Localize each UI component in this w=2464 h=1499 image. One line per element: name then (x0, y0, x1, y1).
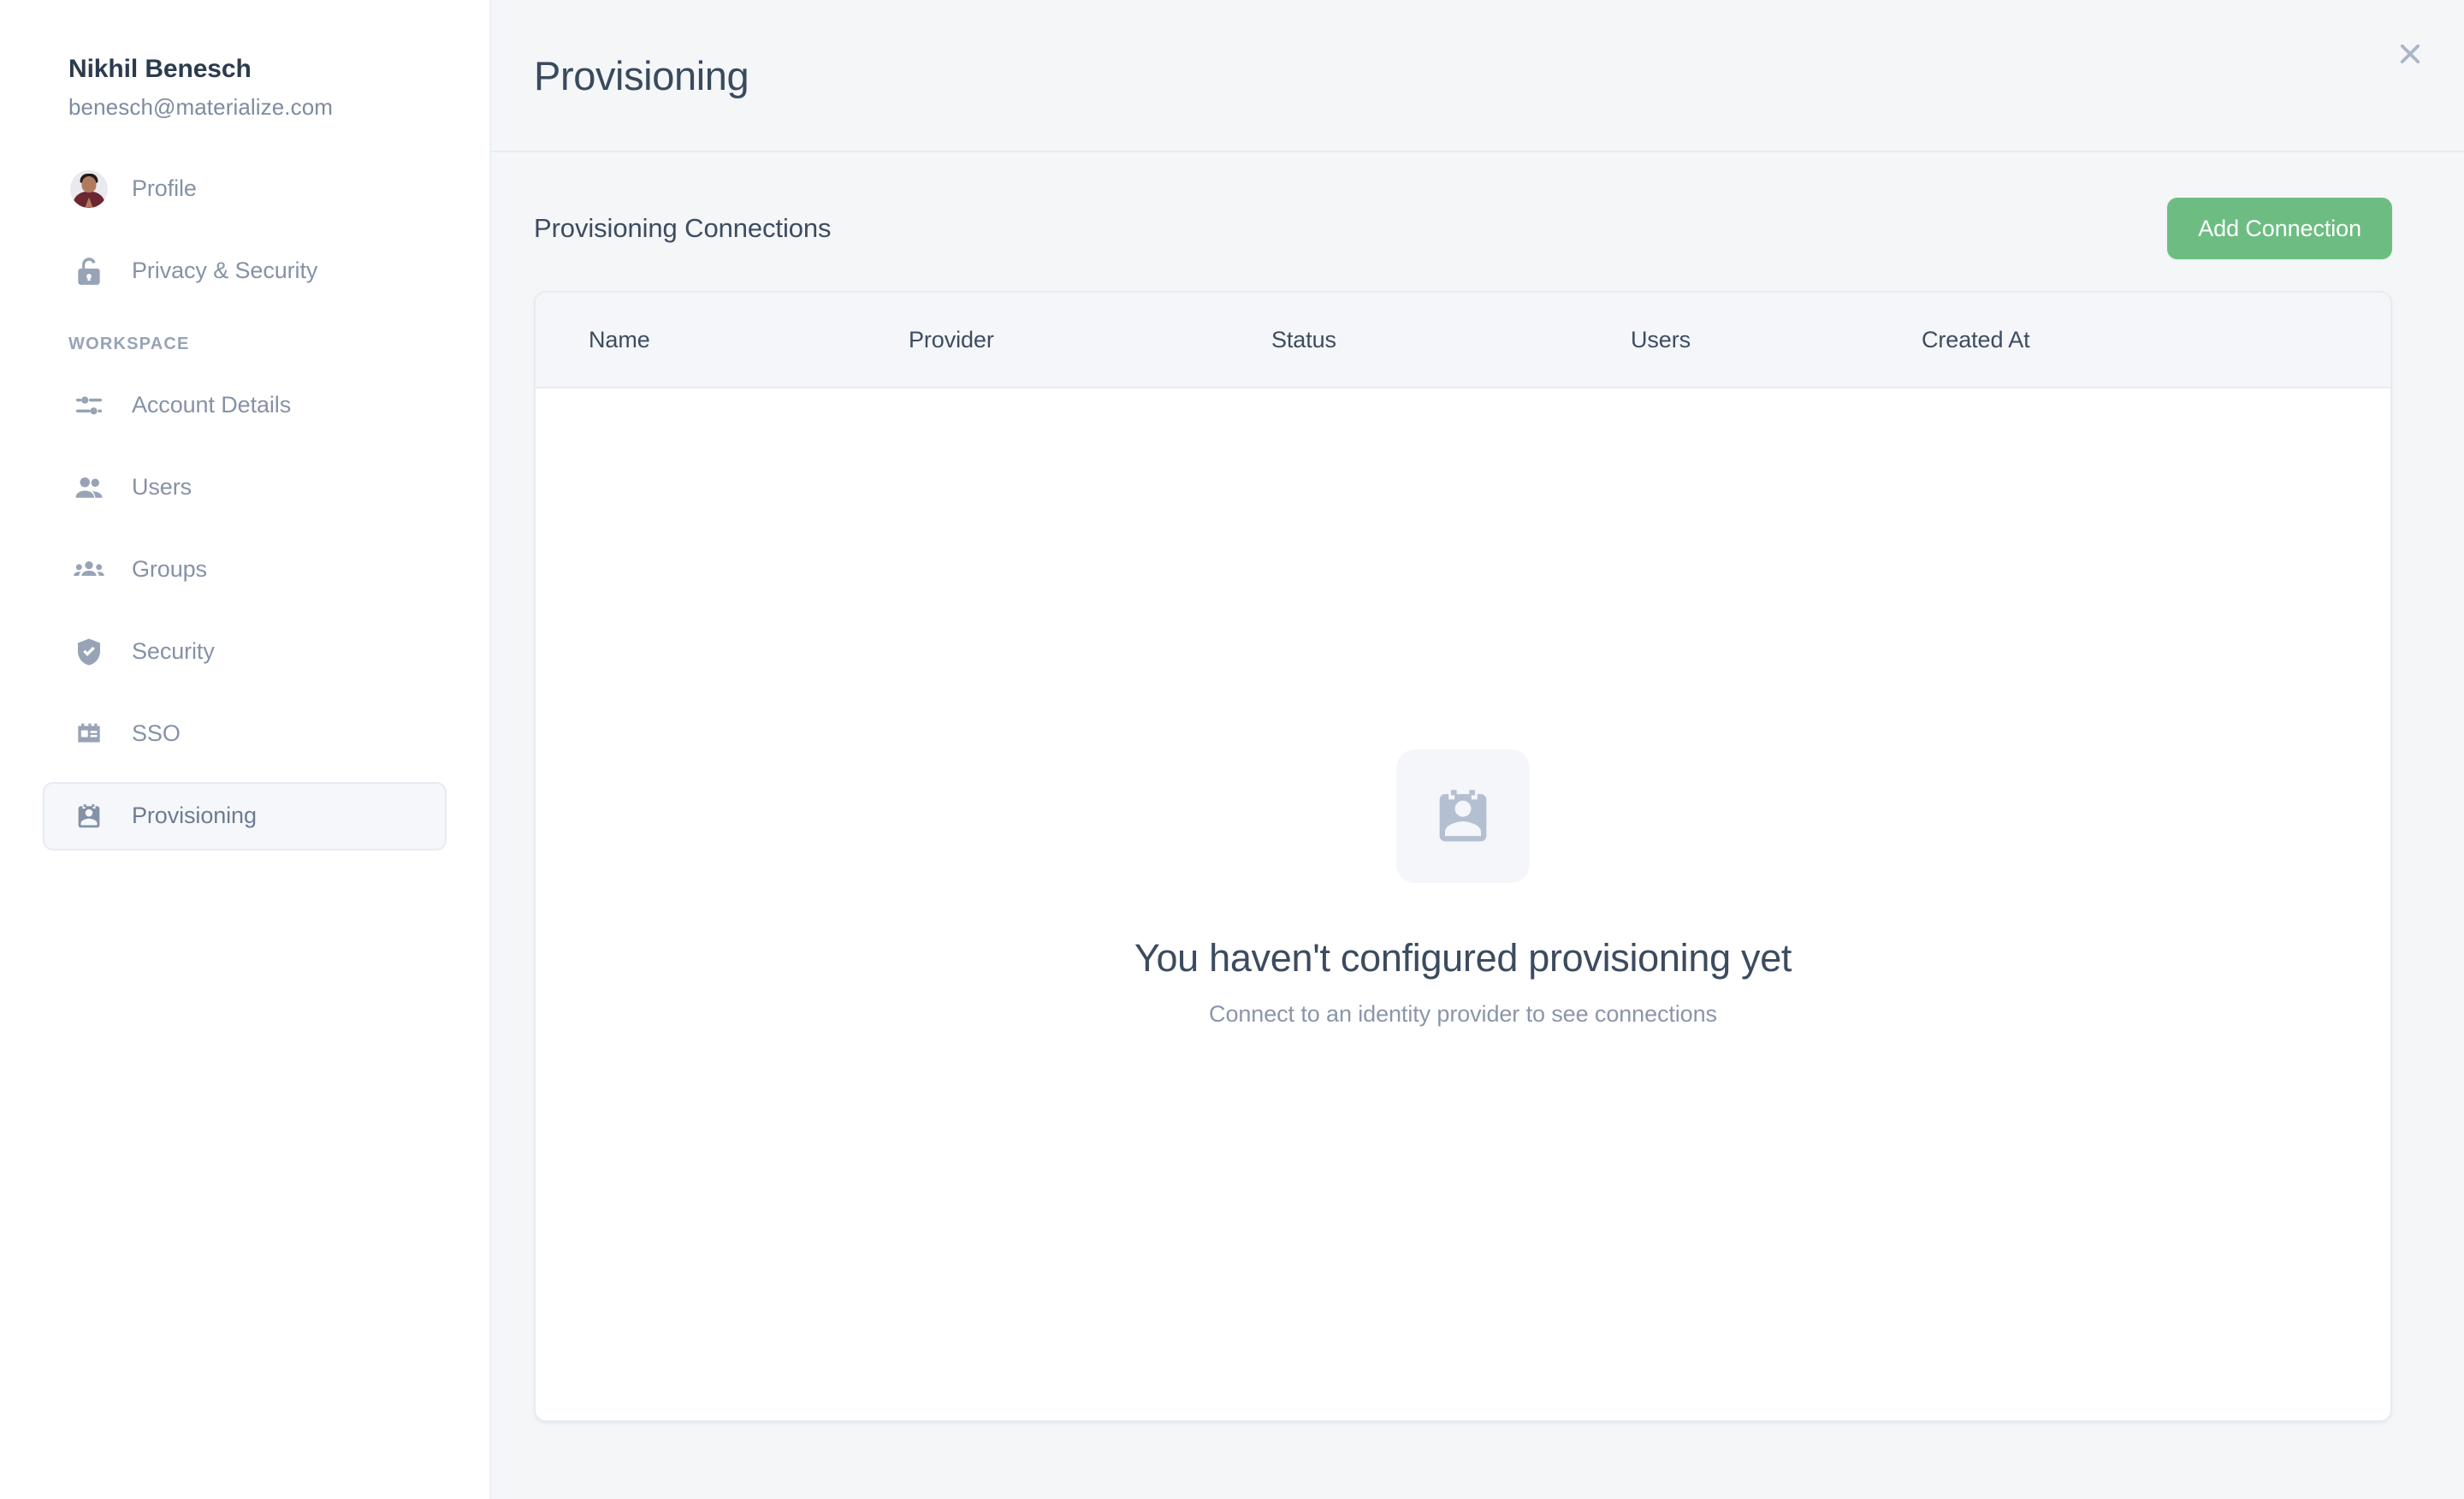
sidebar-item-account-details[interactable]: Account Details (43, 371, 447, 440)
settings-modal: Nikhil Benesch benesch@materialize.com P… (0, 0, 2464, 1499)
main-header: Provisioning (491, 0, 2464, 152)
section-bar: Provisioning Connections Add Connection (534, 193, 2392, 264)
sidebar-item-profile[interactable]: Profile (43, 155, 447, 223)
column-header-name: Name (589, 326, 650, 353)
page-title: Provisioning (534, 52, 749, 98)
sidebar-item-groups[interactable]: Groups (43, 536, 447, 604)
sidebar-item-label: Provisioning (132, 803, 257, 828)
connections-table: Name Provider Status Users Created At Yo… (534, 291, 2392, 1422)
id-badge-icon (70, 715, 108, 753)
sidebar-top-nav: Profile Privacy & Security (0, 155, 489, 305)
sidebar-item-label: Profile (132, 175, 197, 201)
assignment-person-icon (70, 797, 108, 835)
sidebar-workspace-nav: Account Details Users Groups Security SS… (0, 371, 489, 850)
avatar (70, 169, 108, 208)
assignment-person-icon (1395, 749, 1530, 883)
sidebar-item-label: Account Details (132, 392, 292, 418)
sliders-icon (70, 387, 108, 424)
table-body: You haven't configured provisioning yet … (536, 388, 2390, 1420)
sidebar-item-label: SSO (132, 720, 181, 746)
empty-state-title: You haven't configured provisioning yet (1134, 935, 1792, 980)
empty-state-subtitle: Connect to an identity provider to see c… (1209, 1000, 1717, 1027)
group-people-icon (70, 551, 108, 589)
add-connection-button[interactable]: Add Connection (2167, 198, 2392, 259)
user-name: Nikhil Benesch (68, 55, 252, 83)
close-icon[interactable] (2384, 27, 2437, 80)
column-header-users: Users (1631, 326, 1691, 353)
column-header-provider: Provider (909, 326, 994, 353)
main-panel: Provisioning Provisioning Connections Ad… (491, 0, 2464, 1499)
empty-state: You haven't configured provisioning yet … (1134, 749, 1792, 1028)
sidebar-item-users[interactable]: Users (43, 453, 447, 522)
sidebar: Nikhil Benesch benesch@materialize.com P… (0, 0, 491, 1499)
sidebar-item-label: Security (132, 638, 215, 664)
user-block: Nikhil Benesch benesch@materialize.com (0, 53, 489, 121)
column-header-status: Status (1271, 326, 1336, 353)
sidebar-item-provisioning[interactable]: Provisioning (43, 781, 447, 850)
section-title: Provisioning Connections (534, 213, 832, 243)
table-header-row: Name Provider Status Users Created At (536, 293, 2390, 388)
sidebar-section-label: WORKSPACE (68, 334, 190, 353)
sidebar-item-sso[interactable]: SSO (43, 700, 447, 768)
sidebar-item-privacy-security[interactable]: Privacy & Security (43, 237, 447, 305)
main-content: Provisioning Connections Add Connection … (491, 152, 2464, 1499)
sidebar-item-security[interactable]: Security (43, 618, 447, 686)
sidebar-item-label: Privacy & Security (132, 258, 318, 283)
user-email: benesch@materialize.com (68, 93, 334, 120)
column-header-created-at: Created At (1922, 326, 2030, 353)
sidebar-item-label: Groups (132, 556, 207, 582)
two-people-icon (70, 469, 108, 507)
unlocked-padlock-icon (70, 252, 108, 290)
sidebar-item-label: Users (132, 474, 192, 500)
shield-check-icon (70, 633, 108, 671)
